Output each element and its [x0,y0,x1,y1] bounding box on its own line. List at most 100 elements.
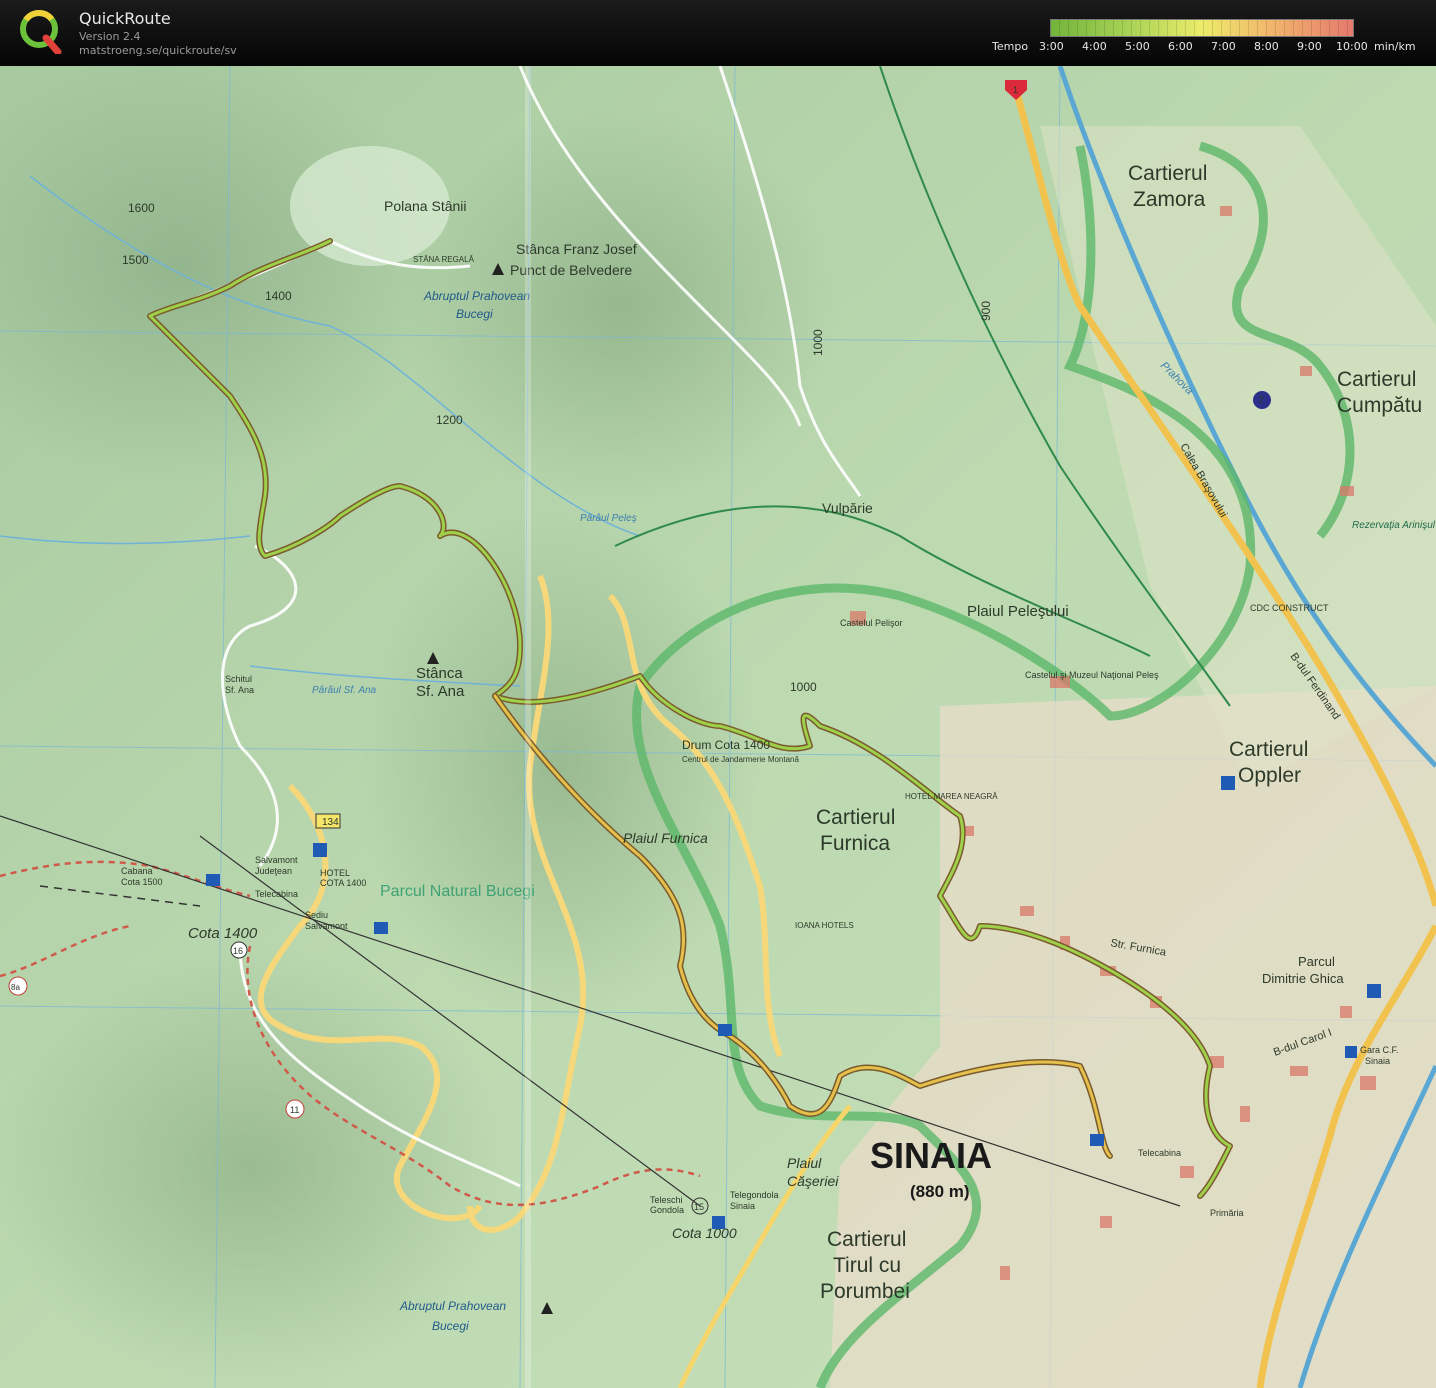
place-label: Castelul Pelişor [840,618,903,628]
place-label: Sf. Ana [225,685,254,695]
place-label: Abruptul Prahovean [423,289,530,303]
cable-car-icon [206,874,220,886]
tempo-label: Tempo [992,40,1029,53]
place-label: Cartierul [816,806,895,829]
tempo-unit: min/km [1374,40,1416,53]
place-label: SINAIA [870,1135,992,1176]
place-label: Porumbei [820,1280,910,1303]
place-label: HOTEL [320,868,350,878]
tempo-tick: 9:00 [1297,40,1322,53]
place-label: COTA 1400 [320,878,366,888]
mountain-shading [360,506,760,1026]
place-label: Vulpărie [822,500,873,516]
elevation-label: 1600 [128,201,155,215]
place-label: Drum Cota 1400 [682,738,770,752]
place-label: Căşeriei [787,1173,839,1189]
trail-number: 11 [290,1105,299,1115]
place-label: Furnica [820,832,890,855]
place-label: Cota 1000 [672,1225,737,1241]
place-label: Sinaia [730,1201,755,1211]
topographic-map[interactable]: 1600 1500 1400 1200 1000 1000 900 Polana… [0,66,1436,1388]
place-label: Telecabina [1138,1148,1181,1158]
place-label: Abruptul Prahovean [399,1299,506,1313]
parking-icon [1221,776,1235,790]
place-label: Cartierul [1128,162,1207,185]
place-label: Dimitrie Ghica [1262,971,1344,986]
place-label: Teleschi [650,1195,683,1205]
app-version: Version 2.4 [79,30,141,43]
place-label: Gondola [650,1205,684,1215]
cable-car-icon [1090,1134,1104,1146]
tempo-tick: 5:00 [1125,40,1150,53]
place-label: Cartierul [1229,738,1308,761]
poi-number: 16 [233,946,243,956]
place-label: Cabana [121,866,153,876]
app-header: QuickRoute Version 2.4 matstroeng.se/qui… [0,0,1436,66]
place-label: Parcul Natural Bucegi [380,883,535,900]
place-label: Primăria [1210,1208,1244,1218]
elevation-label: 1400 [265,289,292,303]
place-label: Cartierul [827,1228,906,1251]
place-label: Bucegi [432,1319,469,1333]
place-label: CDC CONSTRUCT [1250,603,1329,613]
place-label: Telegondola [730,1190,779,1200]
place-label: Pârâul Peleş [580,513,637,524]
tempo-color-scale [1050,19,1354,37]
poi-number: 15 [694,1202,704,1212]
place-label: Polana Stânii [384,198,467,214]
place-label: Plaiul Peleşului [967,603,1069,620]
elevation-label: 1000 [811,329,825,356]
place-label: Cartierul [1337,368,1416,391]
place-label: HOTEL MAREA NEAGRĂ [905,792,998,801]
place-label: Bucegi [456,307,493,321]
place-label: Pârâul Sf. Ana [312,685,377,696]
place-label: Gara C.F. [1360,1045,1399,1055]
tempo-tick: 6:00 [1168,40,1193,53]
parking-icon [712,1216,725,1229]
place-label: Cota 1500 [121,877,163,887]
map-fold [525,66,531,1388]
place-label: IOANA HOTELS [795,921,854,930]
place-label: Stânca [416,665,463,682]
cable-car-icon [718,1024,732,1036]
place-label: Parcul [1298,954,1335,969]
tempo-tick: 8:00 [1254,40,1279,53]
place-label: Rezervaţia Arinişul de Sinaia-Cumpătu [1352,520,1436,531]
place-label: Sf. Ana [416,683,465,700]
place-label: Telecabina [255,889,298,899]
road-number: 134 [322,817,339,828]
place-label: Zamora [1133,188,1206,211]
elevation-label: 900 [979,301,993,321]
place-label: STÂNA REGALĂ [413,255,475,264]
place-label: Cota 1400 [188,925,258,942]
elevation-label: 1500 [122,253,149,267]
parking-icon [313,843,327,857]
place-label: Plaiul Furnica [623,830,708,846]
elevation-label: 1000 [790,680,817,694]
trail-number: 8a [11,983,20,992]
place-label: Judeţean [255,866,292,876]
poi-number: 7 [1258,395,1264,407]
tempo-tick: 4:00 [1082,40,1107,53]
place-label: Castelul şi Muzeul Naţional Peleş [1025,670,1159,680]
tempo-tick: 7:00 [1211,40,1236,53]
app-url: matstroeng.se/quickroute/sv [79,44,237,57]
elevation-label: 1200 [436,413,463,427]
place-label: (880 m) [910,1182,970,1201]
mountain-shading [400,106,840,506]
place-label: Tirul cu [833,1254,901,1277]
place-label: Sediu [305,910,328,920]
place-label: Schitul [225,674,252,684]
place-label: Oppler [1238,764,1301,787]
place-label: Sinaia [1365,1056,1390,1066]
map-viewport[interactable]: 1600 1500 1400 1200 1000 1000 900 Polana… [0,66,1436,1388]
place-label: Salvamont [255,855,298,865]
cable-car-icon [374,922,388,934]
hospital-icon [1367,984,1381,998]
parking-icon [1345,1046,1357,1058]
quickroute-logo-icon [20,10,62,54]
place-label: Stânca Franz Josef [516,241,637,257]
tempo-legend: Tempo 3:00 4:00 5:00 6:00 7:00 8:00 9:00… [990,40,1430,54]
place-label: Centrul de Jandarmerie Montană [682,755,800,764]
road-number: 1 [1013,85,1018,95]
